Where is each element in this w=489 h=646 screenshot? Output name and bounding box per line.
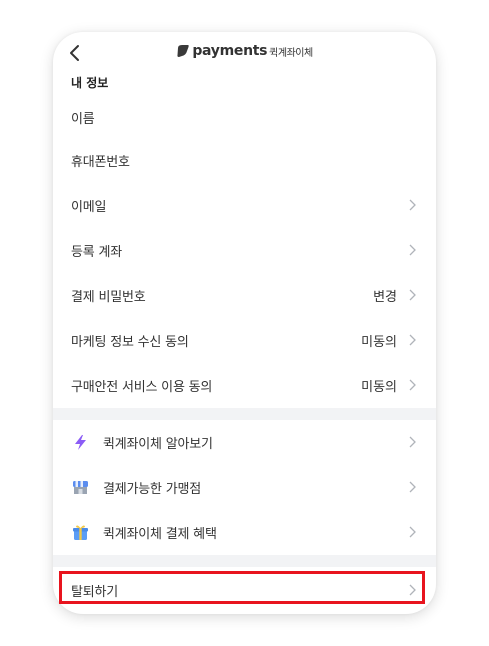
chevron-right-icon bbox=[409, 244, 416, 256]
chevron-right-icon bbox=[409, 526, 416, 538]
brand-word: payments bbox=[192, 43, 268, 59]
chevron-right-icon bbox=[409, 199, 416, 211]
brand-subtitle: 퀵계좌이체 bbox=[269, 47, 313, 59]
row-label: 결제가능한 가맹점 bbox=[103, 481, 202, 497]
row-value: 변경 bbox=[373, 289, 397, 305]
toss-logo-icon bbox=[177, 45, 189, 57]
brand-logo: payments 퀵계좌이체 bbox=[53, 43, 436, 59]
withdraw-button[interactable]: 탈퇴하기 bbox=[53, 570, 436, 610]
row-label: 마케팅 정보 수신 동의 bbox=[71, 334, 189, 350]
row-account[interactable]: 등록 계좌 bbox=[53, 228, 436, 272]
row-password[interactable]: 결제 비밀번호 변경 bbox=[53, 273, 436, 317]
row-name[interactable]: 이름 bbox=[53, 95, 436, 139]
store-icon bbox=[73, 480, 88, 494]
withdraw-label: 탈퇴하기 bbox=[71, 584, 119, 600]
row-email[interactable]: 이메일 bbox=[53, 183, 436, 227]
chevron-right-icon bbox=[409, 334, 416, 346]
row-value: 미동의 bbox=[361, 334, 397, 350]
row-marketing-consent[interactable]: 마케팅 정보 수신 동의 미동의 bbox=[53, 318, 436, 362]
row-learn-quick-transfer[interactable]: 퀵계좌이체 알아보기 bbox=[53, 420, 436, 464]
lightning-icon bbox=[75, 434, 86, 450]
section-divider bbox=[53, 408, 436, 420]
row-label: 이메일 bbox=[71, 199, 107, 215]
row-merchants[interactable]: 결제가능한 가맹점 bbox=[53, 465, 436, 509]
row-benefits[interactable]: 퀵계좌이체 결제 혜택 bbox=[53, 510, 436, 554]
row-label: 퀵계좌이체 결제 혜택 bbox=[103, 526, 217, 542]
chevron-right-icon bbox=[409, 481, 416, 493]
chevron-right-icon bbox=[409, 436, 416, 448]
phone-frame: payments 퀵계좌이체 내 정보 이름 휴대폰번호 이메일 등록 계좌 결… bbox=[53, 32, 436, 614]
row-label: 구매안전 서비스 이용 동의 bbox=[71, 379, 213, 395]
row-label: 이름 bbox=[71, 111, 95, 127]
chevron-right-icon bbox=[409, 584, 416, 596]
section-divider bbox=[53, 555, 436, 567]
gift-icon bbox=[73, 525, 88, 540]
row-label: 휴대폰번호 bbox=[71, 154, 130, 170]
row-label: 퀵계좌이체 알아보기 bbox=[103, 436, 213, 452]
section-title: 내 정보 bbox=[71, 76, 109, 90]
row-purchase-safety-consent[interactable]: 구매안전 서비스 이용 동의 미동의 bbox=[53, 363, 436, 407]
row-label: 결제 비밀번호 bbox=[71, 289, 146, 305]
top-bar: payments 퀵계좌이체 bbox=[53, 32, 436, 76]
row-value: 미동의 bbox=[361, 379, 397, 395]
row-label: 등록 계좌 bbox=[71, 244, 122, 260]
row-phone[interactable]: 휴대폰번호 bbox=[53, 138, 436, 182]
chevron-right-icon bbox=[409, 379, 416, 391]
chevron-right-icon bbox=[409, 289, 416, 301]
